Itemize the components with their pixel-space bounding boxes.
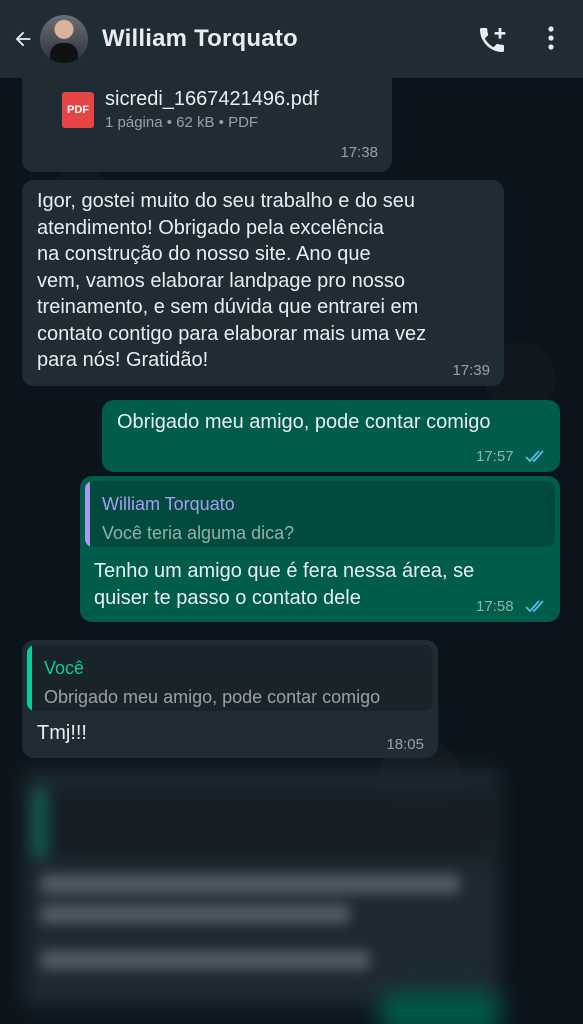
pdf-file-meta: 1 página • 62 kB • PDF (105, 114, 259, 131)
double-check-icon (525, 600, 544, 613)
more-vertical-icon[interactable] (540, 24, 562, 54)
blurred-quote (38, 788, 493, 858)
message-time: 17:58 (476, 598, 514, 615)
quote-text: Obrigado meu amigo, pode contar comigo (44, 687, 381, 707)
incoming-reply-message[interactable]: Você Obrigado meu amigo, pode contar com… (22, 640, 438, 758)
contact-name[interactable]: William Torquato (102, 25, 298, 53)
chat-area[interactable]: PDF sicredi_1667421496.pdf 1 página • 62… (0, 78, 583, 1024)
arrow-left-icon[interactable] (12, 28, 34, 50)
blurred-text-line (40, 950, 370, 970)
quote-bar (27, 645, 32, 711)
message-text: Tmj!!! (37, 722, 87, 744)
message-time: 17:39 (452, 362, 490, 379)
message-text: Igor, gostei muito do seu trabalho e do … (37, 190, 427, 371)
avatar[interactable] (40, 15, 88, 63)
pdf-file-icon: PDF (62, 92, 94, 128)
double-check-icon (525, 450, 544, 463)
quote-bar (85, 481, 90, 547)
pdf-file-name: sicredi_1667421496.pdf (105, 88, 319, 110)
pdf-message[interactable]: PDF sicredi_1667421496.pdf 1 página • 62… (22, 78, 392, 172)
incoming-message[interactable]: Igor, gostei muito do seu trabalho e do … (22, 180, 504, 386)
outgoing-message[interactable]: Obrigado meu amigo, pode contar comigo 1… (102, 400, 560, 472)
blurred-outgoing-message (380, 993, 500, 1024)
blurred-text-line (40, 874, 460, 894)
add-call-icon[interactable] (476, 24, 508, 56)
quote-author: William Torquato (102, 494, 235, 514)
quote-text: Você teria alguma dica? (102, 523, 295, 543)
chat-header: William Torquato (0, 0, 583, 78)
message-time: 17:57 (476, 448, 514, 465)
pdf-icon-label: PDF (67, 104, 89, 116)
quoted-message[interactable]: Você Obrigado meu amigo, pode contar com… (27, 645, 433, 711)
quoted-message[interactable]: William Torquato Você teria alguma dica? (85, 481, 555, 547)
message-text: Tenho um amigo que é fera nessa área, se… (94, 560, 475, 609)
message-time: 18:05 (386, 736, 424, 753)
message-time: 17:38 (340, 144, 378, 161)
outgoing-reply-message[interactable]: William Torquato Você teria alguma dica?… (80, 476, 560, 622)
message-text: Obrigado meu amigo, pode contar comigo (117, 411, 491, 433)
blurred-text-line (40, 904, 350, 924)
quote-author: Você (44, 658, 85, 678)
